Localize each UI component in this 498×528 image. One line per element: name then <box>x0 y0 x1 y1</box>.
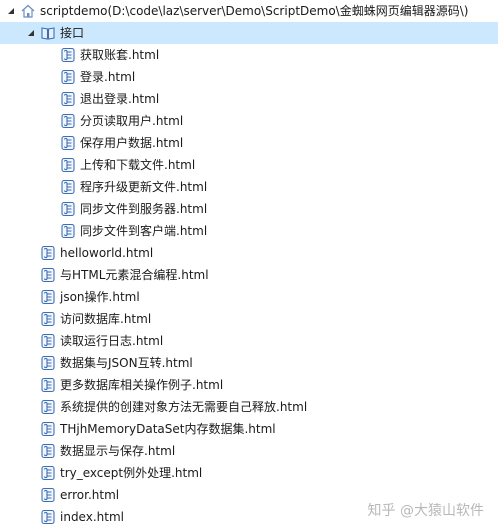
file-label: json操作.html <box>60 290 140 304</box>
file-tree: scriptdemo(D:\code\laz\server\Demo\Scrip… <box>0 0 498 528</box>
tree-root[interactable]: scriptdemo(D:\code\laz\server\Demo\Scrip… <box>0 0 498 22</box>
file-label: 访问数据库.html <box>60 312 152 326</box>
file-label: 系统提供的创建对象方法无需要自己释放.html <box>60 400 308 414</box>
watermark: 知乎 @大猿山软件 <box>367 503 484 519</box>
file-label: 同步文件到客户端.html <box>80 224 208 238</box>
file-label: 分页读取用户.html <box>80 114 184 128</box>
file-item[interactable]: helloworld.html <box>0 242 498 264</box>
script-page-icon <box>40 509 56 525</box>
file-label: error.html <box>60 488 120 502</box>
folder-child-item[interactable]: 同步文件到服务器.html <box>0 198 498 220</box>
folder-child-item[interactable]: 同步文件到客户端.html <box>0 220 498 242</box>
file-item[interactable]: THjhMemoryDataSet内存数据集.html <box>0 418 498 440</box>
script-page-icon <box>60 179 76 195</box>
script-page-icon <box>60 157 76 173</box>
root-label: scriptdemo(D:\code\laz\server\Demo\Scrip… <box>40 4 469 18</box>
script-page-icon <box>40 443 56 459</box>
book-icon <box>40 25 56 41</box>
folder-child-item[interactable]: 保存用户数据.html <box>0 132 498 154</box>
script-page-icon <box>40 289 56 305</box>
script-page-icon <box>40 399 56 415</box>
file-item[interactable]: 数据集与JSON互转.html <box>0 352 498 374</box>
root-expanded-triangle-icon[interactable] <box>6 6 16 16</box>
folder-child-item[interactable]: 程序升级更新文件.html <box>0 176 498 198</box>
file-label: helloworld.html <box>60 246 154 260</box>
file-item[interactable]: 更多数据库相关操作例子.html <box>0 374 498 396</box>
file-label: 同步文件到服务器.html <box>80 202 208 216</box>
folder-child-item[interactable]: 登录.html <box>0 66 498 88</box>
script-page-icon <box>40 245 56 261</box>
file-label: THjhMemoryDataSet内存数据集.html <box>60 422 276 436</box>
folder-label: 接口 <box>60 26 85 40</box>
script-page-icon <box>60 223 76 239</box>
script-page-icon <box>40 487 56 503</box>
script-page-icon <box>60 113 76 129</box>
file-item[interactable]: 读取运行日志.html <box>0 330 498 352</box>
script-page-icon <box>40 465 56 481</box>
script-page-icon <box>40 377 56 393</box>
script-page-icon <box>40 421 56 437</box>
file-item[interactable]: try_except例外处理.html <box>0 462 498 484</box>
file-label: 登录.html <box>80 70 136 84</box>
script-page-icon <box>40 333 56 349</box>
file-label: 保存用户数据.html <box>80 136 184 150</box>
file-label: 读取运行日志.html <box>60 334 164 348</box>
folder-interface[interactable]: 接口 <box>0 22 498 44</box>
script-page-icon <box>60 135 76 151</box>
file-item[interactable]: json操作.html <box>0 286 498 308</box>
file-label: 退出登录.html <box>80 92 160 106</box>
script-page-icon <box>40 267 56 283</box>
folder-child-item[interactable]: 退出登录.html <box>0 88 498 110</box>
file-label: 程序升级更新文件.html <box>80 180 208 194</box>
file-label: 上传和下载文件.html <box>80 158 196 172</box>
folder-child-item[interactable]: 获取账套.html <box>0 44 498 66</box>
file-label: 数据集与JSON互转.html <box>60 356 193 370</box>
expanded-triangle-icon[interactable] <box>26 28 36 38</box>
file-item[interactable]: 与HTML元素混合编程.html <box>0 264 498 286</box>
file-item[interactable]: 访问数据库.html <box>0 308 498 330</box>
file-label: 数据显示与保存.html <box>60 444 176 458</box>
script-page-icon <box>60 91 76 107</box>
file-label: 与HTML元素混合编程.html <box>60 268 209 282</box>
script-page-icon <box>40 311 56 327</box>
file-label: index.html <box>60 510 124 524</box>
folder-child-item[interactable]: 分页读取用户.html <box>0 110 498 132</box>
script-page-icon <box>60 47 76 63</box>
folder-child-item[interactable]: 上传和下载文件.html <box>0 154 498 176</box>
file-item[interactable]: 数据显示与保存.html <box>0 440 498 462</box>
script-page-icon <box>60 69 76 85</box>
file-label: 更多数据库相关操作例子.html <box>60 378 224 392</box>
home-icon <box>20 3 36 19</box>
script-page-icon <box>60 201 76 217</box>
script-page-icon <box>40 355 56 371</box>
file-item[interactable]: 系统提供的创建对象方法无需要自己释放.html <box>0 396 498 418</box>
file-label: try_except例外处理.html <box>60 466 203 480</box>
file-label: 获取账套.html <box>80 48 160 62</box>
